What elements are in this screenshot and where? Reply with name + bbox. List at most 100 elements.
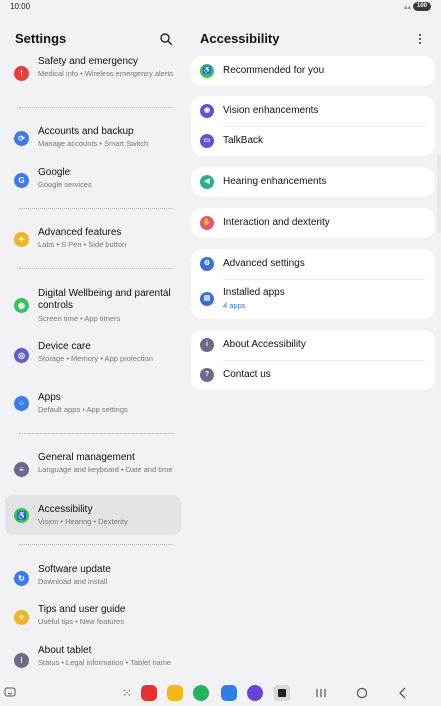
menu-item[interactable]: i About Accessibility	[191, 330, 435, 360]
menu-item[interactable]: ♿ Recommended for you	[191, 56, 435, 86]
camera-app-icon[interactable]	[274, 685, 290, 701]
sidebar-item-label: Safety and emergency	[38, 56, 139, 67]
sidebar-item[interactable]: ⁘ Apps Default apps • App settings	[5, 387, 181, 423]
divider	[19, 107, 173, 108]
sidebar-item[interactable]: ◎ Device care Storage • Memory • App prote…	[5, 336, 181, 378]
menu-card: ♿ Recommended for you	[191, 56, 435, 86]
sidebar-item[interactable]: i About tablet Status • Legal information …	[5, 640, 181, 684]
menu-item-label: Vision enhancements	[223, 105, 319, 116]
menu-card: ✋ Interaction and dexterity	[191, 208, 435, 238]
sidebar-item-subtitle: Status • Legal information • Tablet name	[38, 658, 172, 667]
back-icon[interactable]	[398, 687, 408, 699]
sidebar-item-label: Advanced features	[38, 227, 122, 238]
sidebar-item[interactable]: ≡ General management Language and keyboard…	[5, 446, 181, 488]
sidebar-item-subtitle: Language and keyboard • Date and time	[38, 465, 173, 474]
sidebar-item[interactable]: ✦ Advanced features Labs • S Pen • Side bu…	[5, 222, 181, 258]
sidebar-item[interactable]: ⟳ Accounts and backup Manage accounts • Sm…	[5, 121, 181, 157]
gears-icon: ⚙	[200, 257, 214, 271]
internet-app-icon[interactable]	[247, 685, 263, 701]
menu-item[interactable]: ⚙ Advanced settings	[191, 249, 435, 279]
recents-icon[interactable]	[315, 688, 327, 698]
home-icon[interactable]	[356, 687, 368, 699]
app-drawer-icon[interactable]: ⁙	[119, 685, 135, 701]
search-icon[interactable]	[159, 32, 173, 46]
info-icon: i	[200, 338, 214, 352]
menu-item[interactable]: ▭ TalkBack	[191, 126, 435, 156]
hearing-icon: ◀	[200, 175, 214, 189]
menu-card: ⚙ Advanced settings ▤ Installed apps 4 apps	[191, 249, 435, 319]
menu-card: ◀ Hearing enhancements	[191, 167, 435, 197]
vision-icon: ◉	[200, 104, 214, 118]
sidebar-item-subtitle: Storage • Memory • App protection	[38, 354, 153, 363]
taskbar: ⁙	[0, 680, 441, 706]
sidebar-item-label: Google	[38, 167, 71, 178]
menu-item-label: About Accessibility	[223, 339, 306, 350]
help-icon: ?	[200, 368, 214, 382]
sidebar-item[interactable]: ◉ Digital Wellbeing and parental controls…	[5, 282, 181, 328]
menu-item[interactable]: ? Contact us	[191, 360, 435, 390]
menu-item-label: Hearing enhancements	[223, 176, 327, 187]
notes-app-icon[interactable]	[141, 685, 157, 701]
messages-app-icon[interactable]	[221, 685, 237, 701]
apps-icon: ⁘	[14, 396, 29, 411]
menu-item-subtitle: 4 apps	[223, 301, 246, 310]
menu-item[interactable]: ✋ Interaction and dexterity	[191, 208, 435, 238]
sidebar-item-subtitle: Useful tips • New features	[38, 617, 124, 626]
talkback-icon: ▭	[200, 134, 214, 148]
menu-item-label: Contact us	[223, 369, 271, 380]
sidebar-item-label: General management	[38, 452, 135, 463]
divider	[19, 433, 173, 434]
accessibility-title: Accessibility	[200, 31, 280, 46]
divider	[19, 268, 173, 269]
more-options-icon[interactable]	[417, 33, 423, 45]
sidebar-item-subtitle: Manage accounts • Smart Switch	[38, 139, 149, 148]
update-icon: ↻	[14, 571, 29, 586]
accessibility-icon: ♿	[14, 508, 29, 523]
divider	[19, 544, 173, 545]
sidebar-item-subtitle: Google services	[38, 180, 92, 189]
sync-icon: ⟳	[14, 131, 29, 146]
sidebar-item-label: Accounts and backup	[38, 126, 134, 137]
sidebar-item[interactable]: ↻ Software update Download and install	[5, 559, 181, 595]
bulb-icon: ✧	[14, 610, 29, 625]
menu-item-label: Interaction and dexterity	[223, 217, 330, 228]
sidebar-item-subtitle: Vision • Hearing • Dexterity	[38, 517, 128, 526]
menu-item-label: Advanced settings	[223, 258, 305, 269]
settings-title: Settings	[15, 31, 67, 46]
phone-app-icon[interactable]	[193, 685, 209, 701]
keyboard-toggle-icon[interactable]	[4, 687, 16, 699]
signal-icon: ▴▴	[403, 4, 411, 11]
sidebar-item-label: Software update	[38, 564, 111, 575]
sidebar-item-label: Tips and user guide	[38, 604, 126, 615]
battery-icon: 100	[413, 2, 431, 11]
star-gear-icon: ✦	[14, 232, 29, 247]
status-time: 10:00	[10, 2, 31, 11]
status-bar: 10:00 ▴▴ 100	[0, 0, 441, 14]
sidebar-item-subtitle: Medical info • Wireless emergency alerts	[38, 69, 174, 78]
sidebar-item[interactable]: G Google Google services	[5, 163, 181, 199]
sidebar-item[interactable]: ♿ Accessibility Vision • Hearing • Dexteri…	[5, 495, 181, 535]
sidebar-item-subtitle: Download and install	[38, 577, 108, 586]
menu-item-label: Recommended for you	[223, 65, 325, 76]
menu-item[interactable]: ◀ Hearing enhancements	[191, 167, 435, 197]
folder-app-icon[interactable]	[167, 685, 183, 701]
sidebar-item[interactable]: ! Safety and emergency Medical info • Wire…	[5, 54, 181, 94]
menu-item-label: Installed apps	[223, 287, 285, 298]
google-icon: G	[14, 173, 29, 188]
accessibility-icon: ♿	[200, 64, 214, 78]
sidebar-item-label: Digital Wellbeing and parental controls	[38, 288, 171, 311]
alert-icon: !	[14, 66, 29, 81]
sidebar-item[interactable]: ✧ Tips and user guide Useful tips • New fe…	[5, 600, 181, 636]
sidebar-item-subtitle: Screen time • App timers	[38, 314, 121, 323]
sidebar-item-label: Device care	[38, 341, 91, 352]
info-icon: i	[14, 653, 29, 668]
sidebar-item-label: Apps	[38, 392, 61, 403]
menu-item[interactable]: ◉ Vision enhancements	[191, 96, 435, 126]
settings-list[interactable]: ! Safety and emergency Medical info • Wire…	[5, 54, 181, 684]
installed-apps-icon: ▤	[200, 292, 214, 306]
menu-item[interactable]: ▤ Installed apps 4 apps	[191, 279, 435, 319]
scrollbar[interactable]	[437, 155, 441, 233]
sidebar-item-subtitle: Default apps • App settings	[38, 405, 128, 414]
device-care-icon: ◎	[14, 348, 29, 363]
menu-card: ◉ Vision enhancements ▭ TalkBack	[191, 96, 435, 156]
